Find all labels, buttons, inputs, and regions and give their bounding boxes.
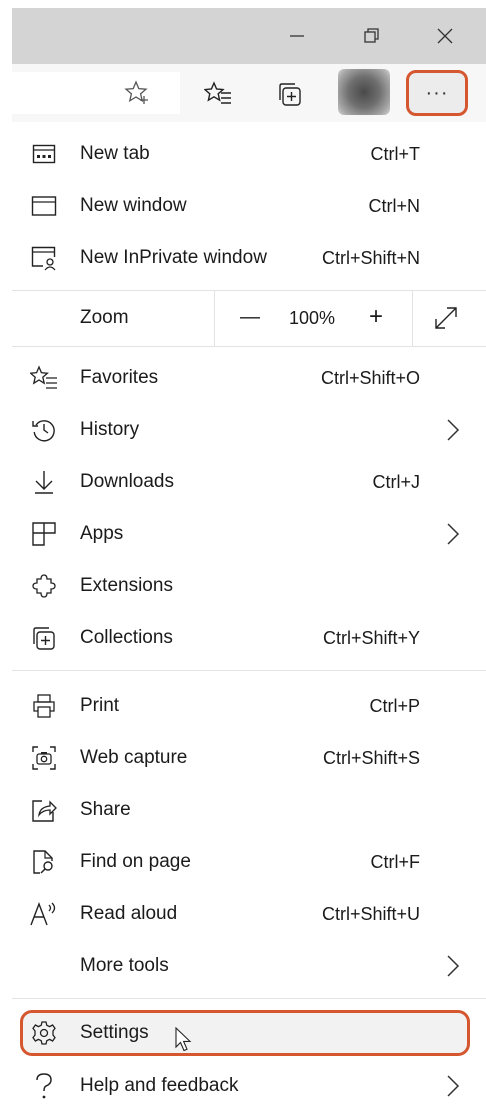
chevron-right-icon: [446, 522, 460, 546]
inprivate-icon: [30, 244, 58, 272]
close-icon: [436, 27, 454, 45]
menu-item-collections[interactable]: Collections Ctrl+Shift+Y: [12, 612, 486, 664]
menu-item-web-capture[interactable]: Web capture Ctrl+Shift+S: [12, 732, 486, 784]
zoom-in-button[interactable]: +: [352, 290, 400, 346]
favorites-icon[interactable]: [198, 74, 238, 114]
fullscreen-icon: [432, 304, 460, 332]
chevron-right-icon: [446, 1074, 460, 1098]
more-button[interactable]: ···: [406, 70, 468, 116]
history-icon: [30, 416, 58, 444]
downloads-icon: [30, 468, 58, 496]
zoom-row: Zoom — 100% +: [12, 290, 486, 346]
menu-separator: [12, 346, 486, 347]
collections-icon[interactable]: [270, 74, 310, 114]
menu-item-help-and-feedback[interactable]: Help and feedback: [12, 1060, 486, 1112]
minimize-icon: [289, 28, 305, 44]
new-window-icon: [30, 192, 58, 220]
collections-icon: [30, 624, 58, 652]
menu-separator: [12, 998, 486, 999]
extensions-icon: [30, 572, 58, 600]
restore-button[interactable]: [337, 8, 407, 64]
read-aloud-icon: [30, 900, 58, 928]
print-icon: [30, 692, 58, 720]
fullscreen-button[interactable]: [432, 304, 460, 332]
zoom-divider: [214, 290, 215, 346]
menu-item-history[interactable]: History: [12, 404, 486, 456]
apps-icon: [30, 520, 58, 548]
menu-item-share[interactable]: Share: [12, 784, 486, 836]
add-favorite-icon[interactable]: [118, 73, 158, 113]
menu-separator: [12, 670, 486, 671]
address-bar-end[interactable]: [12, 72, 180, 114]
menu-item-read-aloud[interactable]: Read aloud Ctrl+Shift+U: [12, 888, 486, 940]
zoom-divider: [412, 290, 413, 346]
settings-menu: New tab Ctrl+T New window Ctrl+N New InP…: [12, 122, 486, 1117]
page-edge: [0, 0, 12, 1117]
zoom-label: Zoom: [80, 307, 129, 328]
minimize-button[interactable]: [262, 8, 332, 64]
menu-item-find-on-page[interactable]: Find on page Ctrl+F: [12, 836, 486, 888]
menu-item-new-inprivate-window[interactable]: New InPrivate window Ctrl+Shift+N: [12, 232, 486, 284]
zoom-value: 100%: [288, 308, 336, 328]
mouse-cursor-icon: [174, 1027, 194, 1053]
menu-item-favorites[interactable]: Favorites Ctrl+Shift+O: [12, 352, 486, 404]
find-icon: [30, 848, 58, 876]
chevron-right-icon: [446, 954, 460, 978]
menu-item-settings[interactable]: Settings: [12, 1007, 486, 1059]
share-icon: [30, 796, 58, 824]
browser-toolbar: ···: [12, 64, 486, 123]
chevron-right-icon: [446, 418, 460, 442]
profile-avatar[interactable]: [338, 69, 390, 115]
title-bar: [12, 8, 486, 64]
menu-item-apps[interactable]: Apps: [12, 508, 486, 560]
favorites-icon: [30, 364, 58, 392]
menu-item-downloads[interactable]: Downloads Ctrl+J: [12, 456, 486, 508]
menu-item-new-tab[interactable]: New tab Ctrl+T: [12, 128, 486, 180]
zoom-out-button[interactable]: —: [226, 290, 274, 346]
new-tab-icon: [30, 140, 58, 168]
close-button[interactable]: [410, 8, 480, 64]
settings-icon: [30, 1019, 58, 1047]
web-capture-icon: [30, 744, 58, 772]
menu-item-new-window[interactable]: New window Ctrl+N: [12, 180, 486, 232]
menu-item-print[interactable]: Print Ctrl+P: [12, 680, 486, 732]
menu-item-extensions[interactable]: Extensions: [12, 560, 486, 612]
restore-icon: [363, 27, 381, 45]
menu-item-more-tools[interactable]: More tools: [12, 940, 486, 992]
help-icon: [30, 1072, 58, 1100]
more-icon: ···: [425, 81, 449, 104]
